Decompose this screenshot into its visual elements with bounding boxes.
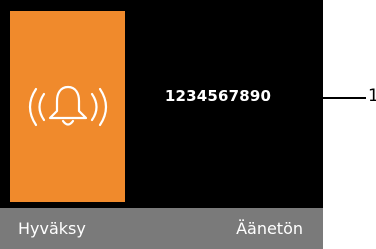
callout-line xyxy=(297,97,366,99)
caller-number: 1234567890 xyxy=(164,87,272,105)
silence-softkey[interactable]: Äänetön xyxy=(236,208,303,249)
phone-display: 1234567890 Hyväksy Äänetön xyxy=(0,0,323,249)
softkey-bar: Hyväksy Äänetön xyxy=(0,208,323,249)
callout-number: 1 xyxy=(368,86,376,106)
incoming-call-panel xyxy=(10,11,125,202)
ringing-bell-icon xyxy=(28,85,108,127)
accept-softkey[interactable]: Hyväksy xyxy=(18,208,86,249)
